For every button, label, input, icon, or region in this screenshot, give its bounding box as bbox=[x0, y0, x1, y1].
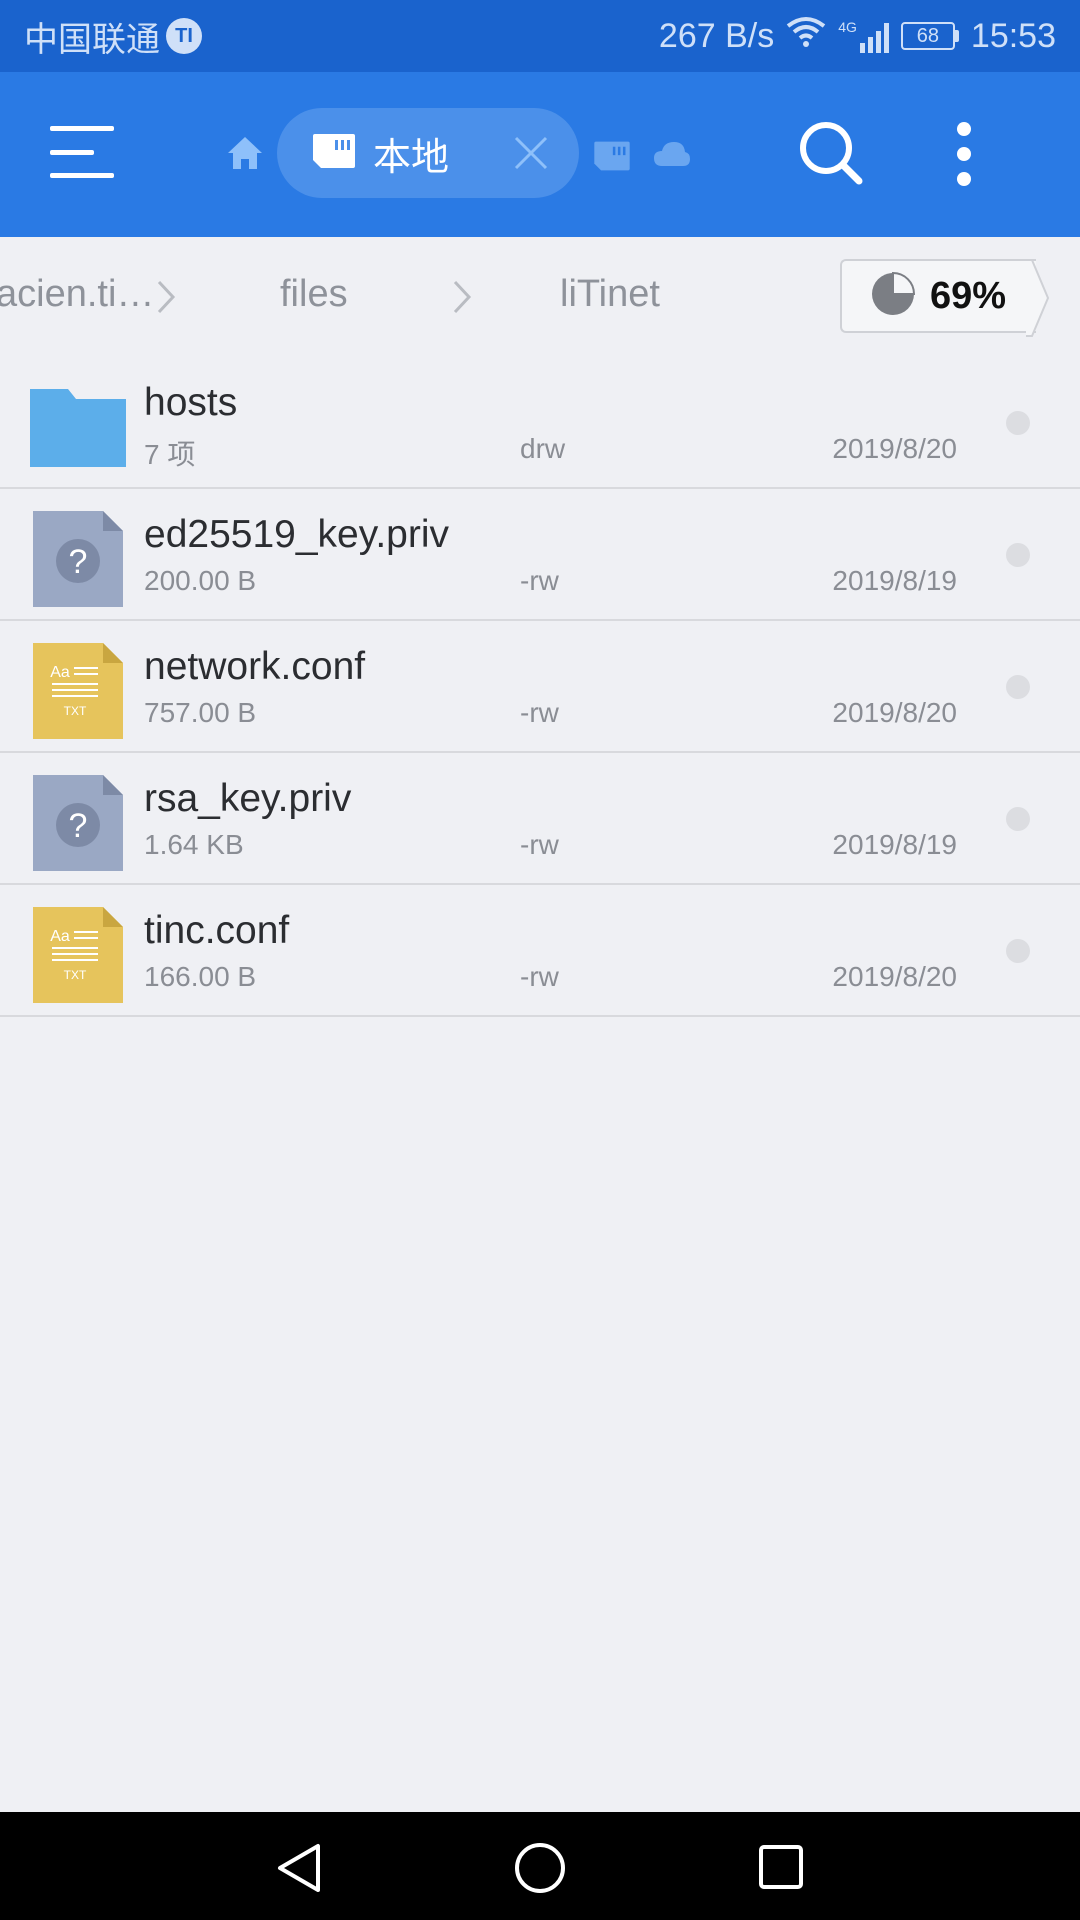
breadcrumb-item[interactable]: liTinet bbox=[560, 273, 660, 316]
unknown-file-icon: ? bbox=[30, 775, 126, 871]
tab-label: 本地 bbox=[373, 136, 450, 179]
file-date: 2019/8/19 bbox=[832, 565, 957, 596]
search-icon[interactable] bbox=[798, 120, 864, 191]
pie-chart-icon bbox=[870, 271, 916, 322]
file-permissions: -rw bbox=[520, 697, 559, 728]
txt-label: TXT bbox=[64, 704, 87, 718]
status-left: 中国联通 TI bbox=[24, 12, 202, 61]
folder-icon bbox=[30, 379, 126, 475]
file-date: 2019/8/20 bbox=[832, 433, 957, 464]
file-list: hosts 7 项 drw 2019/8/20 ? ed25519_key.pr… bbox=[0, 357, 1080, 1017]
file-permissions: -rw bbox=[520, 961, 559, 992]
battery-level: 68 bbox=[900, 22, 955, 50]
select-checkbox[interactable] bbox=[1006, 807, 1030, 831]
storage-badge-arrow bbox=[1026, 259, 1050, 342]
back-icon[interactable] bbox=[274, 1842, 324, 1899]
file-name: hosts bbox=[144, 381, 238, 424]
select-checkbox[interactable] bbox=[1006, 411, 1030, 435]
system-nav-bar bbox=[0, 1812, 1080, 1920]
file-size: 166.00 B bbox=[144, 961, 257, 992]
file-row[interactable]: ? ed25519_key.priv 200.00 B -rw 2019/8/1… bbox=[0, 489, 1080, 621]
chevron-right-icon bbox=[452, 279, 472, 320]
carrier-name: 中国联通 bbox=[24, 20, 160, 59]
network-type: 4G bbox=[838, 19, 857, 35]
file-name: ed25519_key.priv bbox=[144, 513, 449, 556]
select-checkbox[interactable] bbox=[1006, 939, 1030, 963]
file-name: network.conf bbox=[144, 645, 366, 688]
wifi-icon bbox=[786, 16, 826, 57]
file-size: 757.00 B bbox=[144, 697, 257, 728]
clock: 15:53 bbox=[970, 16, 1056, 55]
status-bar: 中国联通 TI 267 B/s 4G 68 15:53 bbox=[0, 0, 1080, 72]
file-name: rsa_key.priv bbox=[144, 777, 352, 820]
breadcrumb-item[interactable]: files bbox=[280, 273, 348, 316]
signal-icon: 4G bbox=[838, 19, 889, 53]
file-row[interactable]: ? rsa_key.priv 1.64 KB -rw 2019/8/19 bbox=[0, 753, 1080, 885]
battery-icon: 68 bbox=[900, 22, 959, 50]
file-row[interactable]: hosts 7 项 drw 2019/8/20 bbox=[0, 357, 1080, 489]
menu-icon[interactable] bbox=[50, 126, 114, 178]
txt-file-icon: Aa TXT bbox=[30, 643, 126, 739]
file-size: 200.00 B bbox=[144, 565, 257, 596]
breadcrumb: acien.ti… files liTinet 69% bbox=[0, 237, 1080, 357]
file-row[interactable]: Aa TXT network.conf 757.00 B -rw 2019/8/2… bbox=[0, 621, 1080, 753]
txt-aa-glyph: Aa bbox=[50, 664, 70, 681]
file-permissions: -rw bbox=[520, 565, 559, 596]
sd-card-icon bbox=[311, 132, 357, 175]
status-right: 267 B/s 4G 68 15:53 bbox=[659, 16, 1056, 57]
unknown-file-icon: ? bbox=[30, 511, 126, 607]
select-checkbox[interactable] bbox=[1006, 675, 1030, 699]
carrier-badge-icon: TI bbox=[166, 18, 202, 54]
file-date: 2019/8/19 bbox=[832, 829, 957, 860]
unknown-glyph: ? bbox=[69, 807, 88, 845]
file-size: 1.64 KB bbox=[144, 829, 244, 860]
file-date: 2019/8/20 bbox=[832, 961, 957, 992]
sd-card-icon[interactable] bbox=[592, 140, 632, 177]
home-circle-icon[interactable] bbox=[514, 1842, 566, 1899]
storage-usage-button[interactable]: 69% bbox=[840, 259, 1036, 333]
tab-local[interactable]: 本地 bbox=[277, 108, 579, 198]
breadcrumb-item[interactable]: acien.ti… bbox=[0, 273, 154, 316]
file-date: 2019/8/20 bbox=[832, 697, 957, 728]
file-name: tinc.conf bbox=[144, 909, 290, 952]
txt-label: TXT bbox=[64, 968, 87, 982]
file-permissions: -rw bbox=[520, 829, 559, 860]
storage-percent: 69% bbox=[930, 274, 1007, 317]
file-permissions: drw bbox=[520, 433, 566, 464]
txt-aa-glyph: Aa bbox=[50, 928, 70, 945]
net-speed: 267 B/s bbox=[658, 16, 775, 55]
txt-file-icon: Aa TXT bbox=[30, 907, 126, 1003]
select-checkbox[interactable] bbox=[1006, 543, 1030, 567]
file-row[interactable]: Aa TXT tinc.conf 166.00 B -rw 2019/8/20 bbox=[0, 885, 1080, 1017]
more-vert-icon[interactable] bbox=[952, 122, 976, 186]
toolbar: 本地 bbox=[0, 72, 1080, 237]
unknown-glyph: ? bbox=[69, 543, 88, 581]
chevron-right-icon bbox=[156, 279, 176, 320]
home-icon[interactable] bbox=[226, 134, 264, 177]
file-size: 7 项 bbox=[144, 439, 196, 470]
cloud-icon[interactable] bbox=[652, 138, 692, 175]
close-icon[interactable] bbox=[513, 135, 549, 176]
recent-apps-icon[interactable] bbox=[758, 1844, 804, 1895]
